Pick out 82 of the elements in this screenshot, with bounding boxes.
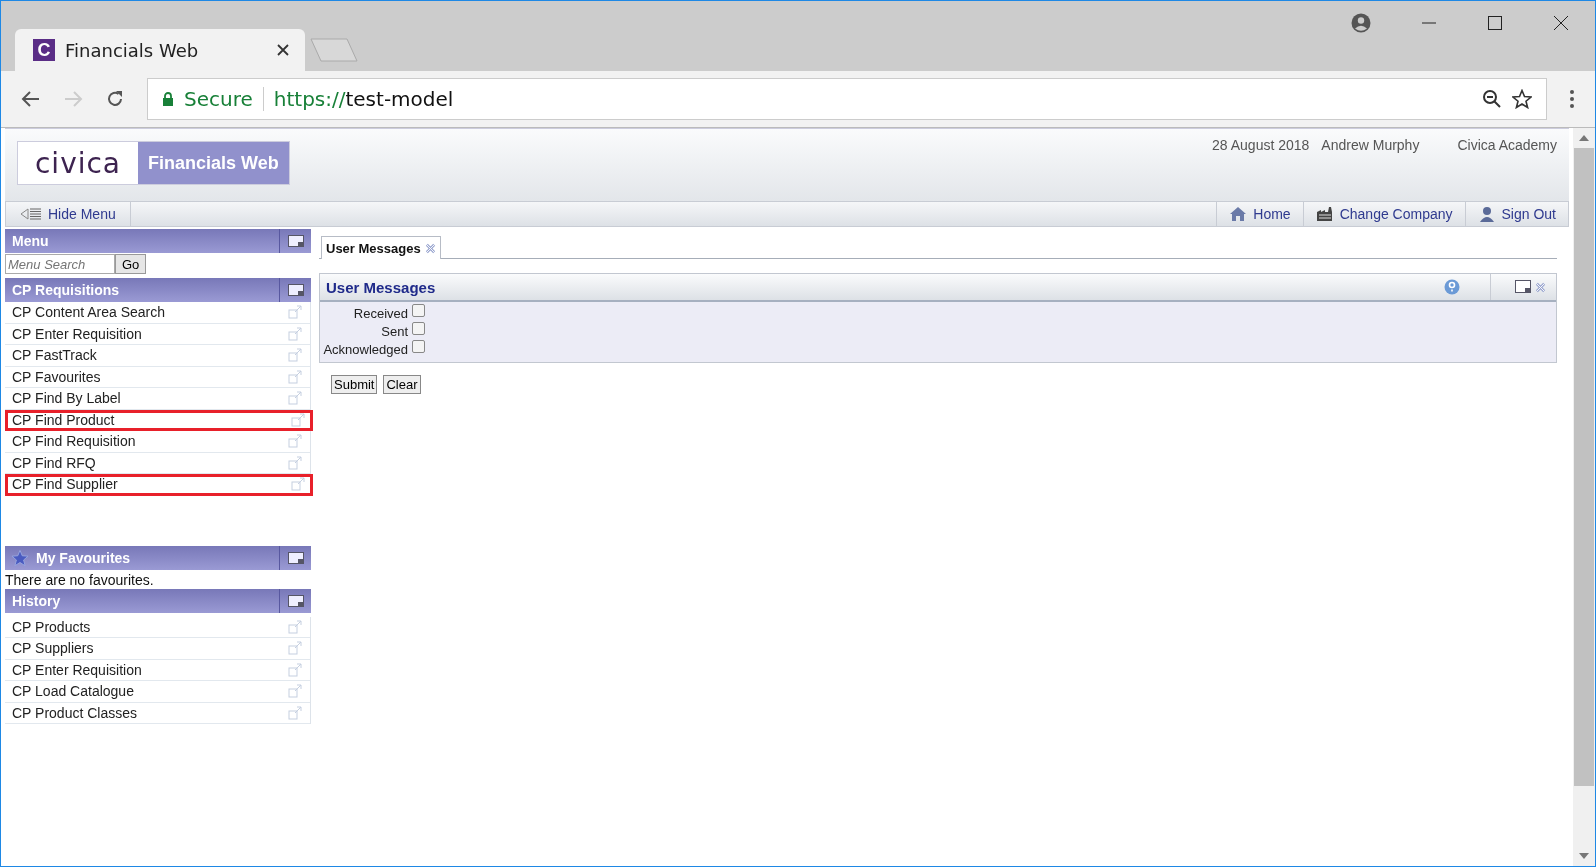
menu-item[interactable]: CP Enter Requisition xyxy=(5,323,310,345)
filter-label: Acknowledged xyxy=(322,341,408,357)
hide-menu-button[interactable]: Hide Menu xyxy=(6,202,131,226)
menu-title: Menu xyxy=(11,233,50,249)
checkbox[interactable] xyxy=(412,304,425,317)
menu-item[interactable]: CP Content Area Search xyxy=(5,302,310,324)
hide-menu-icon xyxy=(20,207,42,221)
window-icon[interactable] xyxy=(1515,280,1531,294)
menu-item-label: CP Load Catalogue xyxy=(12,683,134,700)
menu-item[interactable]: CP Product Classes xyxy=(5,702,310,724)
scrollbar[interactable] xyxy=(1573,128,1595,866)
section-title: History xyxy=(11,592,62,609)
menu-item-label: CP Enter Requisition xyxy=(12,661,142,678)
empty-message: There are no favourites. xyxy=(5,570,155,589)
reload-icon[interactable] xyxy=(105,89,125,109)
help-icon[interactable] xyxy=(1444,279,1460,295)
menu-item[interactable]: CP FastTrack xyxy=(5,345,310,367)
menu-item-label: CP Enter Requisition xyxy=(12,325,142,342)
url-text: https://test-model xyxy=(273,87,454,111)
menu-item-label: CP Find RFQ xyxy=(12,454,96,471)
menu-item-label: CP Favourites xyxy=(12,368,101,385)
back-icon[interactable] xyxy=(21,89,41,109)
menu-item-label: CP Product Classes xyxy=(12,704,137,721)
sign-out-link[interactable]: Sign Out xyxy=(1464,202,1568,226)
checkbox[interactable] xyxy=(412,322,425,335)
menu-item-label: CP Find Requisition xyxy=(12,433,136,450)
clear-button[interactable]: Clear xyxy=(383,375,421,394)
section-title: CP Requisitions xyxy=(11,282,121,298)
maximize-icon[interactable] xyxy=(1487,15,1503,31)
close-icon[interactable] xyxy=(1553,15,1569,31)
menu-item[interactable]: CP Find Requisition xyxy=(5,431,310,453)
menu-item[interactable]: CP Find RFQ xyxy=(5,452,310,474)
go-button[interactable]: Go xyxy=(115,254,147,274)
menu-item[interactable]: CP Find Supplier xyxy=(5,474,313,496)
address-bar[interactable]: Secure https://test-model xyxy=(147,78,1547,120)
factory-icon xyxy=(1315,206,1334,222)
panel-title: User Messages xyxy=(326,278,436,296)
menu-item-label: CP Products xyxy=(12,618,91,635)
menu-item[interactable]: CP Load Catalogue xyxy=(5,681,310,703)
star-icon[interactable] xyxy=(1512,89,1532,109)
date-text: 28 August 2018 xyxy=(1212,137,1310,155)
filter-label: Sent xyxy=(380,323,408,339)
person-icon xyxy=(1477,206,1496,222)
menu-item-label: CP Find Product xyxy=(12,411,115,428)
scroll-up-icon[interactable] xyxy=(1579,135,1589,141)
menu-item[interactable]: CP Find By Label xyxy=(5,388,310,410)
close-icon[interactable] xyxy=(277,44,289,56)
profile-icon[interactable] xyxy=(1351,13,1371,33)
menu-item-label: CP FastTrack xyxy=(12,347,97,364)
secure-label: Secure xyxy=(184,87,253,111)
menu-item-label: CP Suppliers xyxy=(12,640,94,657)
menu-search-field[interactable]: Menu Search xyxy=(5,254,115,274)
menu-icon[interactable] xyxy=(1569,89,1575,109)
zoom-icon[interactable] xyxy=(1482,89,1502,109)
lock-icon xyxy=(162,92,174,106)
favicon-icon: C xyxy=(33,39,55,61)
open-window-icon[interactable] xyxy=(291,412,305,427)
home-link[interactable]: Home xyxy=(1216,202,1303,226)
menu-item-label: CP Find By Label xyxy=(12,390,121,407)
browser-tab[interactable]: C Financials Web xyxy=(15,29,305,71)
menu-item-label: CP Content Area Search xyxy=(12,304,166,321)
logo: civica xyxy=(18,142,138,184)
company-name: Civica Academy xyxy=(1457,137,1557,155)
star-icon xyxy=(11,548,29,567)
section-title: My Favourites xyxy=(35,549,132,566)
scroll-down-icon[interactable] xyxy=(1579,853,1589,859)
submit-button[interactable]: Submit xyxy=(331,375,378,394)
checkbox[interactable] xyxy=(412,340,425,353)
house-icon xyxy=(1229,206,1248,222)
change-company-link[interactable]: Change Company xyxy=(1302,202,1465,226)
menu-item-label: CP Find Supplier xyxy=(12,476,118,493)
filter-label: Received xyxy=(352,305,408,321)
tab-label: User Messages xyxy=(326,240,421,256)
menu-item[interactable]: CP Suppliers xyxy=(5,638,310,660)
menu-item[interactable]: CP Find Product xyxy=(5,409,313,431)
menu-item[interactable]: CP Favourites xyxy=(5,366,310,388)
menu-item[interactable]: CP Products xyxy=(5,616,310,638)
content-tab[interactable]: User Messages xyxy=(321,236,441,259)
user-name: Andrew Murphy xyxy=(1321,137,1420,155)
tab-title: Financials Web xyxy=(65,39,200,61)
menu-item[interactable]: CP Enter Requisition xyxy=(5,659,310,681)
product-name: Financials Web xyxy=(138,142,289,184)
